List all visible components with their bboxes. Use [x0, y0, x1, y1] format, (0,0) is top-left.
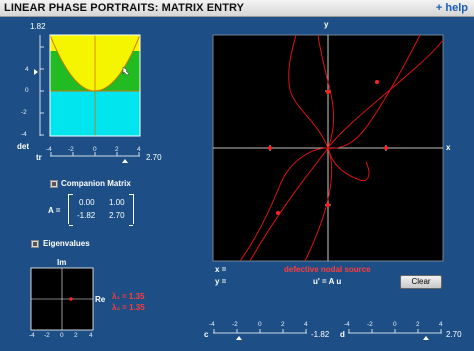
d-slider-label: d: [340, 330, 345, 339]
c-tick-2: 2: [281, 321, 285, 328]
c-tick-0: 0: [258, 321, 262, 328]
d-tick-4: 4: [439, 321, 443, 328]
c-slider-thumb: [236, 336, 242, 340]
c-tick-neg4: -4: [209, 321, 215, 328]
c-tick-4: 4: [304, 321, 308, 328]
cd-sliders[interactable]: [0, 0, 474, 351]
d-slider-value: 2.70: [446, 330, 462, 339]
c-slider-label: c: [204, 330, 209, 339]
d-tick-0: 0: [393, 321, 397, 328]
c-slider-value: -1.82: [311, 330, 330, 339]
d-slider-thumb: [423, 336, 429, 340]
d-tick-neg2: -2: [367, 321, 373, 328]
d-tick-2: 2: [416, 321, 420, 328]
d-tick-neg4: -4: [344, 321, 350, 328]
c-tick-neg2: -2: [232, 321, 238, 328]
